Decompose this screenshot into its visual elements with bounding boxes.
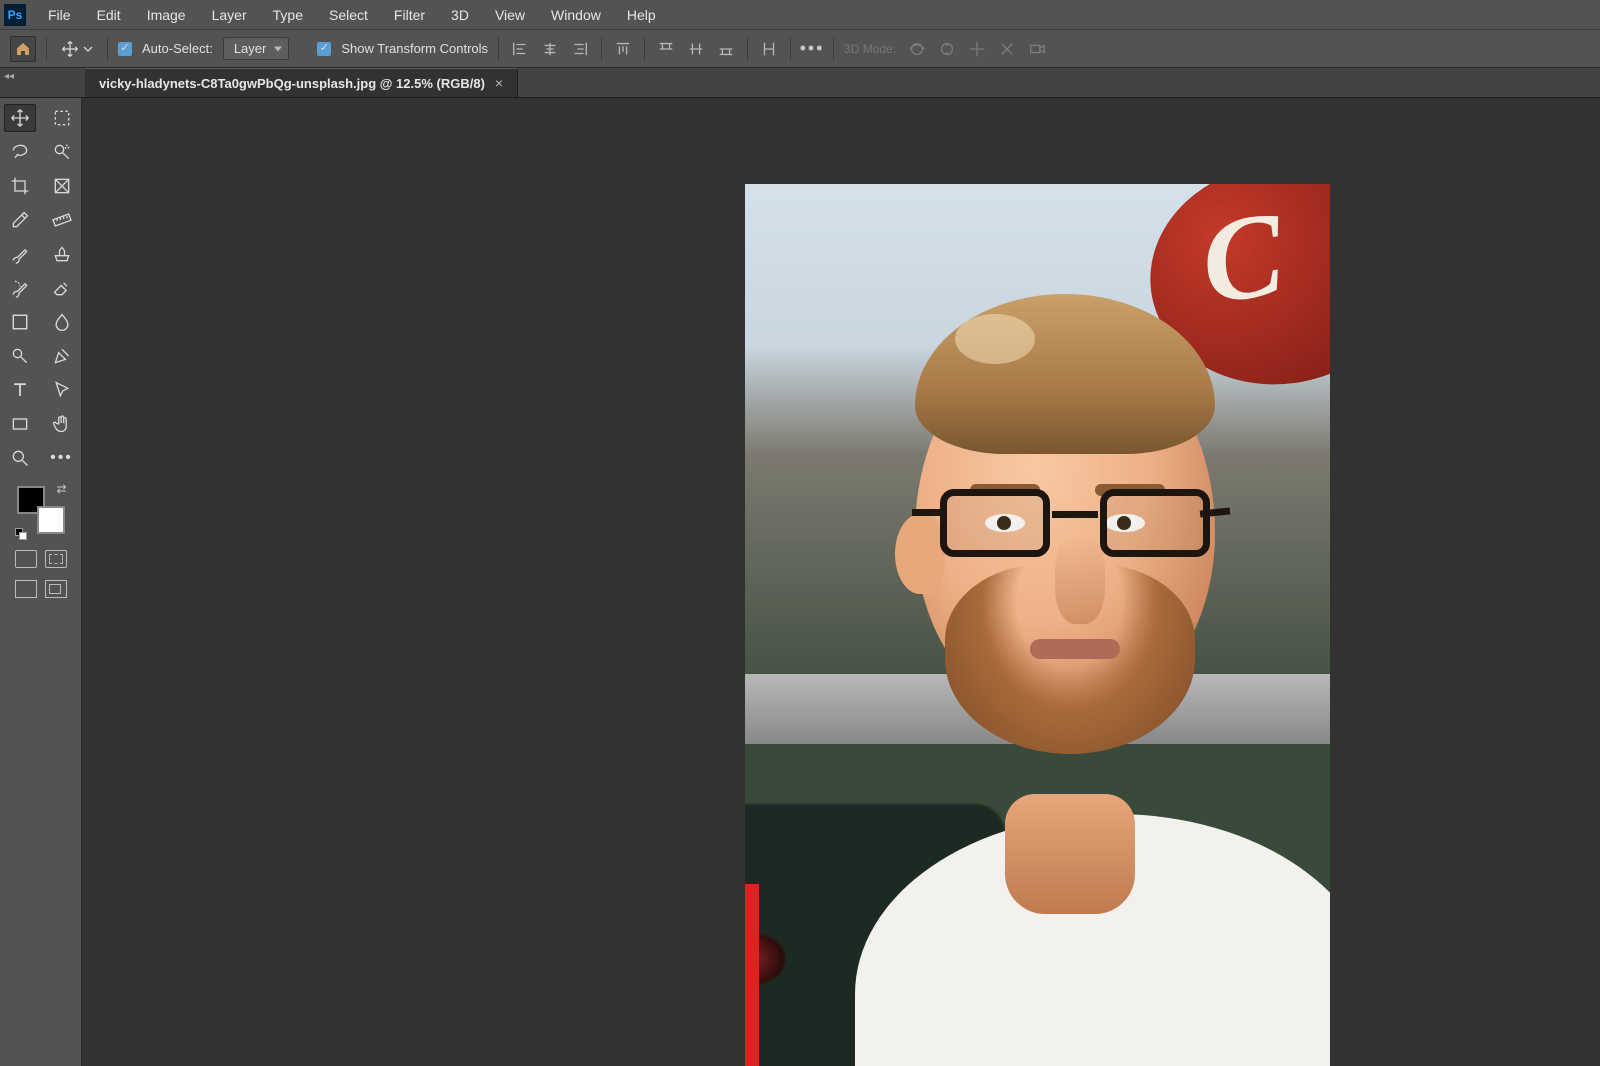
pen-tool[interactable] bbox=[46, 342, 78, 370]
auto-select-checkbox[interactable] bbox=[118, 42, 132, 56]
separator bbox=[46, 37, 47, 61]
history-brush-tool[interactable] bbox=[4, 274, 36, 302]
align-right-icon[interactable] bbox=[569, 38, 591, 60]
separator bbox=[498, 37, 499, 61]
gradient-tool[interactable] bbox=[4, 308, 36, 336]
3d-pan-icon[interactable] bbox=[966, 38, 988, 60]
menu-help[interactable]: Help bbox=[615, 1, 668, 29]
menu-filter[interactable]: Filter bbox=[382, 1, 437, 29]
align-group bbox=[509, 38, 591, 60]
separator bbox=[790, 37, 791, 61]
eyedropper-tool[interactable] bbox=[4, 206, 36, 234]
crop-tool[interactable] bbox=[4, 172, 36, 200]
zoom-tool[interactable] bbox=[4, 444, 36, 472]
menu-window[interactable]: Window bbox=[539, 1, 613, 29]
move-icon bbox=[61, 40, 79, 58]
menu-view[interactable]: View bbox=[483, 1, 537, 29]
more-align-options-icon[interactable]: ••• bbox=[801, 38, 823, 60]
dodge-tool[interactable] bbox=[4, 342, 36, 370]
screen-mode-toggle bbox=[15, 580, 67, 598]
screen-mode-standard-icon[interactable] bbox=[15, 580, 37, 598]
menu-type[interactable]: Type bbox=[261, 1, 315, 29]
3d-mode-group bbox=[906, 38, 1048, 60]
distribute-center-v-icon[interactable] bbox=[685, 38, 707, 60]
edit-mode-toggle bbox=[15, 550, 67, 568]
3d-camera-icon[interactable] bbox=[1026, 38, 1048, 60]
hand-tool[interactable] bbox=[46, 410, 78, 438]
menu-bar: Ps File Edit Image Layer Type Select Fil… bbox=[0, 0, 1600, 30]
rectangle-tool[interactable] bbox=[4, 410, 36, 438]
3d-orbit-icon[interactable] bbox=[906, 38, 928, 60]
auto-select-target-dropdown[interactable]: Layer bbox=[223, 37, 290, 60]
document-tab-title: vicky-hladynets-C8Ta0gwPbQg-unsplash.jpg… bbox=[99, 76, 485, 91]
swap-colors-icon[interactable]: ⇄ bbox=[56, 482, 66, 496]
align-top-icon[interactable] bbox=[612, 38, 634, 60]
document-tab[interactable]: vicky-hladynets-C8Ta0gwPbQg-unsplash.jpg… bbox=[85, 68, 518, 97]
separator bbox=[747, 37, 748, 61]
canvas-area[interactable] bbox=[82, 98, 1600, 1066]
show-transform-label: Show Transform Controls bbox=[341, 41, 488, 56]
current-tool-indicator[interactable] bbox=[57, 38, 97, 60]
distribute-top-icon[interactable] bbox=[655, 38, 677, 60]
distribute-group bbox=[655, 38, 737, 60]
quick-mask-mode-icon[interactable] bbox=[45, 550, 67, 568]
home-button[interactable] bbox=[10, 36, 36, 62]
3d-roll-icon[interactable] bbox=[936, 38, 958, 60]
background-color-swatch[interactable] bbox=[37, 506, 65, 534]
options-bar: Auto-Select: Layer Show Transform Contro… bbox=[0, 30, 1600, 68]
frame-tool[interactable] bbox=[46, 172, 78, 200]
brush-tool[interactable] bbox=[4, 240, 36, 268]
artboard-tool[interactable] bbox=[46, 104, 78, 132]
document-tab-strip: vicky-hladynets-C8Ta0gwPbQg-unsplash.jpg… bbox=[0, 68, 1600, 98]
ruler-tool[interactable] bbox=[46, 206, 78, 234]
color-swatches[interactable]: ⇄ bbox=[17, 486, 65, 534]
eraser-tool[interactable] bbox=[46, 274, 78, 302]
standard-mode-icon[interactable] bbox=[15, 550, 37, 568]
distribute-bottom-icon[interactable] bbox=[715, 38, 737, 60]
menu-edit[interactable]: Edit bbox=[85, 1, 133, 29]
align-center-h-icon[interactable] bbox=[539, 38, 561, 60]
clone-stamp-tool[interactable] bbox=[46, 240, 78, 268]
menu-layer[interactable]: Layer bbox=[200, 1, 259, 29]
separator bbox=[601, 37, 602, 61]
menu-3d[interactable]: 3D bbox=[439, 1, 481, 29]
default-colors-icon[interactable] bbox=[15, 528, 25, 538]
chevron-down-icon bbox=[83, 44, 93, 54]
auto-select-label: Auto-Select: bbox=[142, 41, 213, 56]
separator bbox=[644, 37, 645, 61]
blur-tool[interactable] bbox=[46, 308, 78, 336]
menu-select[interactable]: Select bbox=[317, 1, 380, 29]
menu-image[interactable]: Image bbox=[135, 1, 198, 29]
collapse-panels-icon[interactable]: ◂◂ bbox=[4, 71, 14, 82]
screen-mode-full-icon[interactable] bbox=[45, 580, 67, 598]
menu-file[interactable]: File bbox=[36, 1, 83, 29]
align-left-icon[interactable] bbox=[509, 38, 531, 60]
path-selection-tool[interactable] bbox=[46, 376, 78, 404]
document-image[interactable] bbox=[745, 184, 1330, 1066]
toolbox: ••• ⇄ bbox=[0, 98, 82, 1066]
close-tab-icon[interactable]: × bbox=[495, 75, 503, 91]
horizontal-type-tool[interactable] bbox=[4, 376, 36, 404]
app-logo-icon: Ps bbox=[4, 4, 26, 26]
3d-slide-icon[interactable] bbox=[996, 38, 1018, 60]
separator bbox=[833, 37, 834, 61]
move-tool[interactable] bbox=[4, 104, 36, 132]
show-transform-checkbox[interactable] bbox=[317, 42, 331, 56]
workspace: ••• ⇄ bbox=[0, 98, 1600, 1066]
3d-mode-label: 3D Mode: bbox=[844, 42, 896, 56]
separator bbox=[107, 37, 108, 61]
lasso-tool[interactable] bbox=[4, 138, 36, 166]
quick-selection-tool[interactable] bbox=[46, 138, 78, 166]
distribute-spacing-icon[interactable] bbox=[758, 38, 780, 60]
edit-toolbar-button[interactable]: ••• bbox=[46, 444, 78, 472]
